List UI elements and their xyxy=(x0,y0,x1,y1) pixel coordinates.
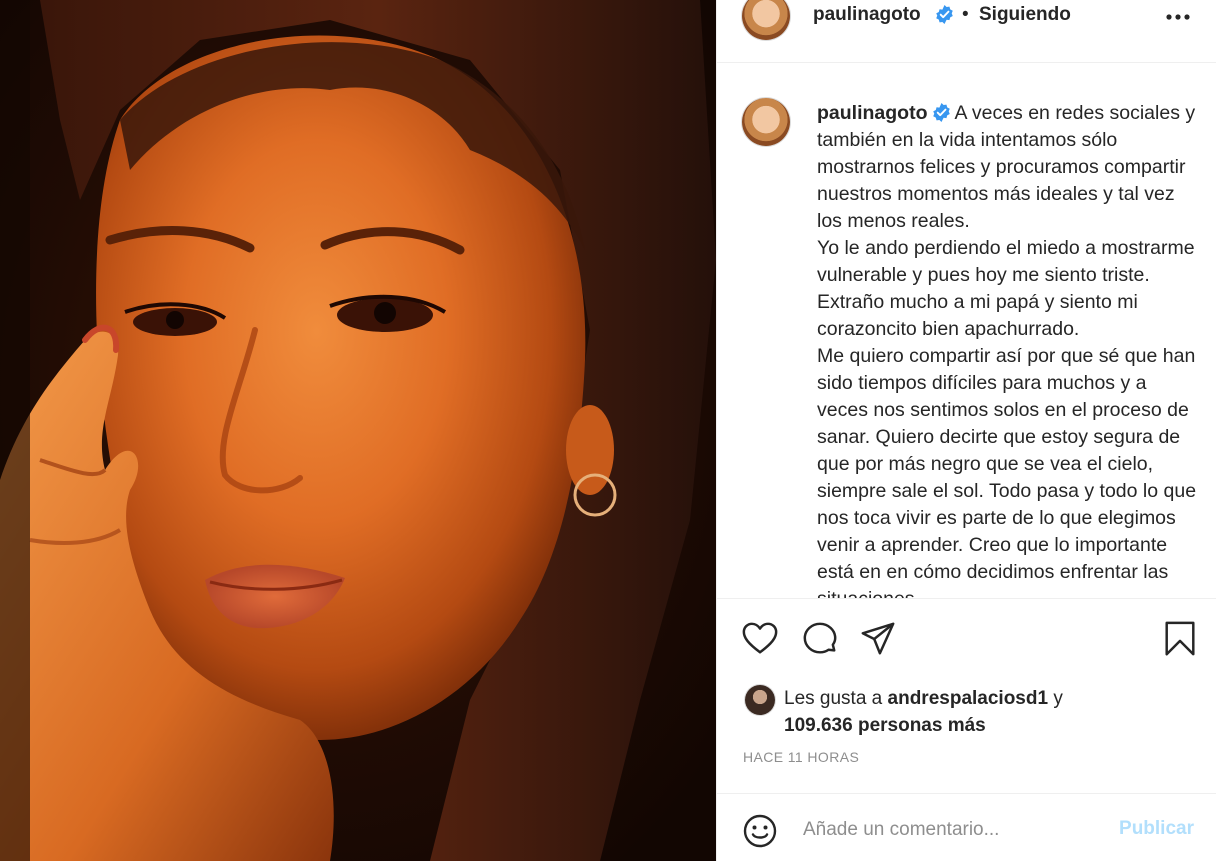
publish-button[interactable]: Publicar xyxy=(1119,818,1194,840)
post-header: paulinagoto • Siguiendo xyxy=(717,0,1216,63)
paper-plane-icon[interactable] xyxy=(859,620,897,658)
comment-bubble-icon[interactable] xyxy=(801,620,839,658)
post-caption: paulinagoto A veces en redes sociales y … xyxy=(817,100,1197,598)
liker-avatar[interactable] xyxy=(745,685,775,715)
caption-scroll-area[interactable]: paulinagoto A veces en redes sociales y … xyxy=(717,62,1216,598)
verified-badge-icon xyxy=(932,103,950,122)
author-avatar[interactable] xyxy=(742,0,790,40)
heart-icon[interactable] xyxy=(741,620,779,658)
verified-badge-icon xyxy=(936,5,953,24)
caption-username[interactable]: paulinagoto xyxy=(817,102,928,124)
post-photo[interactable] xyxy=(0,0,716,861)
emoji-smile-icon[interactable] xyxy=(743,814,777,848)
following-button[interactable]: Siguiendo xyxy=(979,4,1071,26)
caption-paragraph: Yo le ando perdiendo el miedo a mostrarm… xyxy=(817,237,1195,340)
bookmark-icon[interactable] xyxy=(1161,620,1199,658)
instagram-post-modal: paulinagoto • Siguiendo paulinagoto A ve… xyxy=(0,0,1216,861)
portrait-photo xyxy=(0,0,716,861)
likes-text: Les gusta a andrespalaciosd1 y 109.636 p… xyxy=(784,685,1063,739)
post-side-panel: paulinagoto • Siguiendo paulinagoto A ve… xyxy=(716,0,1216,861)
likes-connector: y xyxy=(1048,688,1063,709)
header-username[interactable]: paulinagoto xyxy=(813,4,921,26)
likes-prefix: Les gusta a xyxy=(784,688,888,709)
post-actions: Les gusta a andrespalaciosd1 y 109.636 p… xyxy=(717,598,1216,861)
likes-count[interactable]: 109.636 personas más xyxy=(784,715,986,736)
comment-input[interactable] xyxy=(803,814,1103,846)
header-separator: • xyxy=(962,4,969,25)
liker-username[interactable]: andrespalaciosd1 xyxy=(888,688,1049,709)
more-horizontal-icon[interactable] xyxy=(1165,12,1191,22)
caption-paragraph: Me quiero compartir así por que sé que h… xyxy=(817,345,1197,598)
post-timestamp[interactable]: HACE 11 HORAS xyxy=(743,749,859,765)
comment-composer: Publicar xyxy=(717,793,1216,861)
caption-author-avatar[interactable] xyxy=(742,98,790,146)
